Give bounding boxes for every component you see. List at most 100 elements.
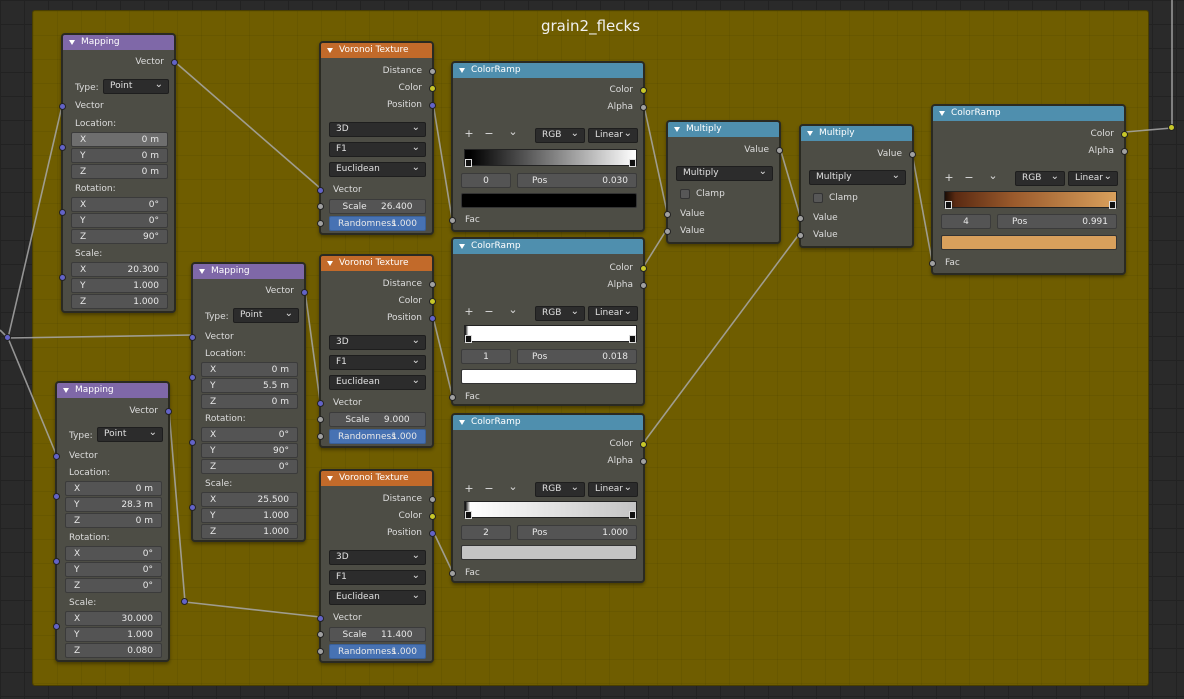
color-stop-handle[interactable] (1109, 201, 1116, 209)
stop-color-swatch[interactable] (941, 235, 1117, 250)
reroute-point[interactable] (1168, 124, 1175, 131)
stop-position-field[interactable]: Pos 1.000 (517, 525, 637, 540)
stop-index-field[interactable]: 4 (941, 214, 991, 229)
scale-x-field[interactable]: X 20.300 (71, 262, 168, 277)
value-output-socket[interactable] (776, 147, 783, 154)
rotation-y-field[interactable]: Y 0° (65, 562, 162, 577)
position-output-socket[interactable] (429, 102, 436, 109)
value-input-socket-2[interactable] (664, 228, 671, 235)
randomness-field[interactable]: Randomness 1.000 (329, 644, 426, 659)
node-header[interactable]: ColorRamp (453, 63, 643, 78)
location-z-field[interactable]: Z 0 m (201, 394, 298, 409)
dimensions-dropdown[interactable]: 3D (329, 121, 426, 137)
stop-color-swatch[interactable] (461, 369, 637, 384)
stop-position-field[interactable]: Pos 0.030 (517, 173, 637, 188)
randomness-field[interactable]: Randomness 1.000 (329, 216, 426, 231)
remove-stop-button[interactable]: − (963, 171, 975, 184)
color-ramp-gradient[interactable] (464, 501, 637, 519)
color-stop-handle[interactable] (629, 159, 636, 167)
rotation-y-field[interactable]: Y 90° (201, 443, 298, 458)
fac-input-socket[interactable] (449, 217, 456, 224)
ramp-menu-chevron-icon[interactable]: ⌄ (507, 303, 519, 316)
alpha-output-socket[interactable] (640, 104, 647, 111)
color-output-socket[interactable] (429, 298, 436, 305)
color-ramp-gradient[interactable] (464, 325, 637, 343)
scale-field[interactable]: Scale 9.000 (329, 412, 426, 427)
rotation-z-field[interactable]: Z 90° (71, 229, 168, 244)
scale-input-socket[interactable] (59, 274, 66, 281)
stop-index-field[interactable]: 0 (461, 173, 511, 188)
colorramp-node-3[interactable]: ColorRamp Color Alpha + − ⌄ RGB Linear 2… (449, 413, 647, 583)
color-output-socket[interactable] (640, 265, 647, 272)
location-x-field[interactable]: X 0 m (71, 132, 168, 147)
operation-dropdown[interactable]: Multiply (809, 169, 906, 185)
position-output-socket[interactable] (429, 530, 436, 537)
color-output-socket[interactable] (1121, 131, 1128, 138)
clamp-checkbox[interactable] (680, 189, 690, 199)
reroute-point[interactable] (4, 334, 11, 341)
interpolation-dropdown[interactable]: Linear (588, 481, 638, 497)
stop-index-field[interactable]: 1 (461, 349, 511, 364)
alpha-output-socket[interactable] (1121, 148, 1128, 155)
stop-position-field[interactable]: Pos 0.991 (997, 214, 1117, 229)
value-input-socket-1[interactable] (797, 215, 804, 222)
node-header[interactable]: Voronoi Texture (321, 256, 432, 271)
node-header[interactable]: ColorRamp (453, 415, 643, 430)
voronoi-node-3[interactable]: Voronoi Texture Distance Color Position … (317, 469, 436, 663)
color-output-socket[interactable] (429, 85, 436, 92)
distance-metric-dropdown[interactable]: Euclidean (329, 374, 426, 390)
add-stop-button[interactable]: + (463, 305, 475, 318)
rotation-x-field[interactable]: X 0° (65, 546, 162, 561)
node-header[interactable]: ColorRamp (933, 106, 1124, 121)
add-stop-button[interactable]: + (463, 482, 475, 495)
rotation-z-field[interactable]: Z 0° (201, 459, 298, 474)
scale-z-field[interactable]: Z 0.080 (65, 643, 162, 658)
feature-dropdown[interactable]: F1 (329, 569, 426, 585)
location-z-field[interactable]: Z 0 m (65, 513, 162, 528)
node-header[interactable]: Multiply (801, 126, 912, 141)
location-z-field[interactable]: Z 0 m (71, 164, 168, 179)
color-output-socket[interactable] (640, 87, 647, 94)
add-stop-button[interactable]: + (943, 171, 955, 184)
scale-input-socket[interactable] (53, 623, 60, 630)
color-ramp-gradient[interactable] (464, 149, 637, 167)
mapping-node-1[interactable]: Mapping Vector Type: Point Vector Locati… (59, 33, 178, 313)
scale-x-field[interactable]: X 30.000 (65, 611, 162, 626)
location-x-field[interactable]: X 0 m (201, 362, 298, 377)
scale-field[interactable]: Scale 26.400 (329, 199, 426, 214)
fac-input-socket[interactable] (449, 394, 456, 401)
color-output-socket[interactable] (429, 513, 436, 520)
rotation-input-socket[interactable] (189, 439, 196, 446)
color-mode-dropdown[interactable]: RGB (535, 305, 585, 321)
rotation-x-field[interactable]: X 0° (201, 427, 298, 442)
fac-input-socket[interactable] (449, 570, 456, 577)
node-header[interactable]: ColorRamp (453, 239, 643, 254)
color-stop-handle[interactable] (465, 511, 472, 519)
node-header[interactable]: Mapping (193, 264, 304, 279)
scale-x-field[interactable]: X 25.500 (201, 492, 298, 507)
rotation-input-socket[interactable] (59, 209, 66, 216)
feature-dropdown[interactable]: F1 (329, 354, 426, 370)
stop-index-field[interactable]: 2 (461, 525, 511, 540)
multiply-node-1[interactable]: Multiply Value Multiply Clamp Value Valu… (664, 120, 783, 244)
dimensions-dropdown[interactable]: 3D (329, 549, 426, 565)
color-stop-handle[interactable] (629, 511, 636, 519)
ramp-menu-chevron-icon[interactable]: ⌄ (507, 480, 519, 493)
color-stop-handle[interactable] (465, 335, 472, 343)
distance-output-socket[interactable] (429, 68, 436, 75)
rotation-input-socket[interactable] (53, 558, 60, 565)
location-x-field[interactable]: X 0 m (65, 481, 162, 496)
rotation-x-field[interactable]: X 0° (71, 197, 168, 212)
operation-dropdown[interactable]: Multiply (676, 165, 773, 181)
multiply-node-2[interactable]: Multiply Value Multiply Clamp Value Valu… (797, 124, 916, 248)
scale-input-socket[interactable] (317, 631, 324, 638)
location-y-field[interactable]: Y 5.5 m (201, 378, 298, 393)
interpolation-dropdown[interactable]: Linear (588, 305, 638, 321)
scale-input-socket[interactable] (317, 416, 324, 423)
scale-y-field[interactable]: Y 1.000 (201, 508, 298, 523)
vector-output-socket[interactable] (171, 59, 178, 66)
remove-stop-button[interactable]: − (483, 127, 495, 140)
color-ramp-gradient[interactable] (944, 191, 1117, 209)
node-header[interactable]: Voronoi Texture (321, 43, 432, 58)
vector-input-socket[interactable] (317, 187, 324, 194)
